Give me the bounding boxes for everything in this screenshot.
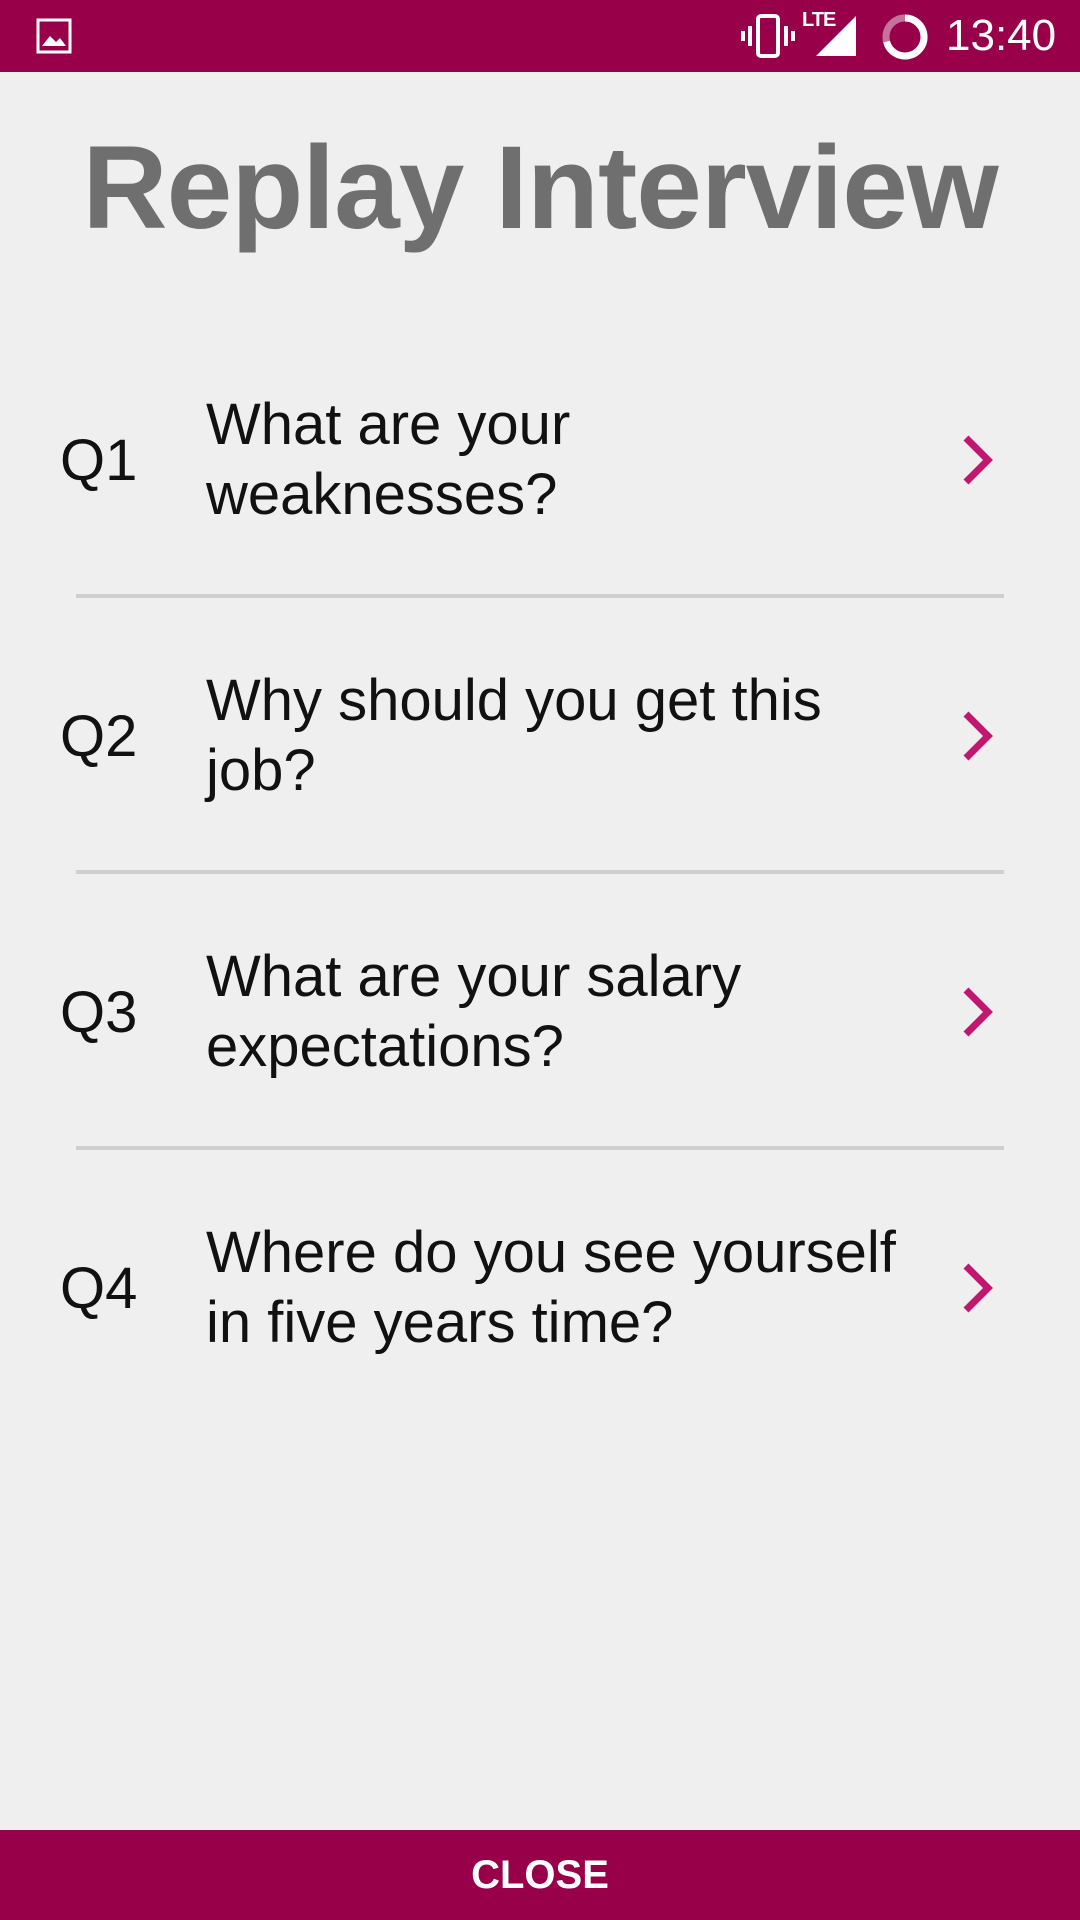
close-button[interactable]: CLOSE <box>0 1830 1080 1920</box>
question-text: What are your salary expectations? <box>206 944 742 1079</box>
page-title: Replay Interview <box>82 122 998 254</box>
question-text: Where do you see yourself in five years … <box>206 1220 896 1355</box>
status-bar: LTE 13:40 <box>0 0 1080 72</box>
chevron-right-icon <box>963 435 993 485</box>
question-text: Why should you get this job? <box>206 668 822 803</box>
lte-label: LTE <box>802 9 836 31</box>
question-number: Q1 <box>60 427 138 493</box>
question-item-q1[interactable]: Q1 What are your weaknesses? <box>0 360 1080 560</box>
chevron-right-icon <box>963 987 993 1037</box>
divider <box>76 870 1004 874</box>
question-number: Q2 <box>60 703 138 769</box>
question-text: What are your weaknesses? <box>206 392 571 527</box>
divider <box>76 594 1004 598</box>
question-item-q4[interactable]: Q4 Where do you see yourself in five yea… <box>0 1188 1080 1388</box>
clock: 13:40 <box>946 11 1057 60</box>
battery-icon <box>882 14 928 60</box>
gallery-icon <box>36 18 72 54</box>
chevron-right-icon <box>963 1263 993 1313</box>
divider <box>76 1146 1004 1150</box>
vibrate-icon <box>741 14 795 58</box>
chevron-right-icon <box>963 711 993 761</box>
question-item-q3[interactable]: Q3 What are your salary expectations? <box>0 912 1080 1112</box>
question-item-q2[interactable]: Q2 Why should you get this job? <box>0 636 1080 836</box>
question-number: Q4 <box>60 1255 138 1321</box>
question-number: Q3 <box>60 979 138 1045</box>
